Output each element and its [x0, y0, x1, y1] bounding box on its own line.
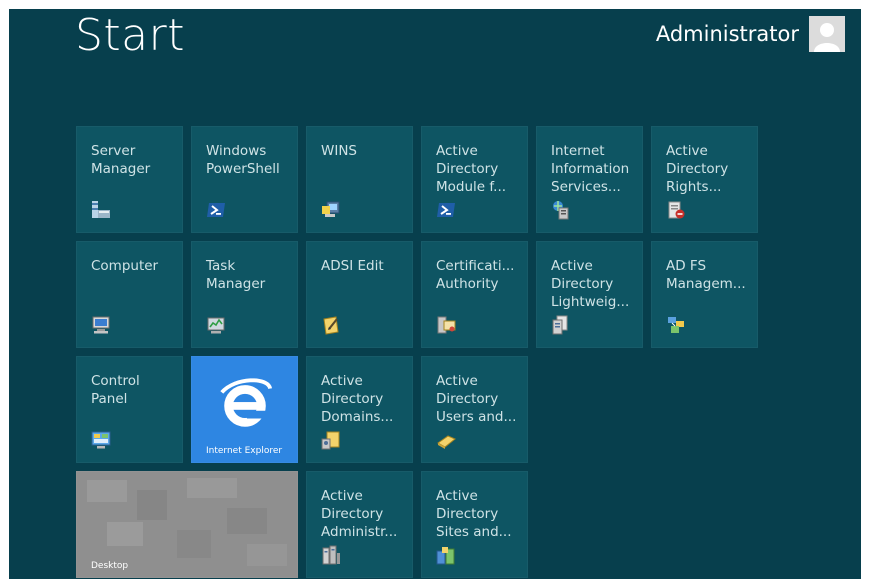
tile-label: AD FS Managem...: [666, 258, 746, 292]
tile-server-manager[interactable]: Server Manager: [76, 126, 183, 233]
tile-computer[interactable]: Computer: [76, 241, 183, 348]
lightweight-directory-icon: [552, 315, 568, 335]
tile-label: Certificati... Authority: [436, 258, 515, 292]
tile-label: Active Directory Lightweig...: [551, 258, 630, 310]
server-manager-icon: [92, 201, 110, 218]
tile-certification-authority[interactable]: Certificati... Authority: [421, 241, 528, 348]
tile-label: Internet Information Services...: [551, 143, 630, 195]
tile-label: Active Directory Rights...: [666, 143, 729, 195]
powershell-icon: [207, 203, 225, 217]
tile-control-panel[interactable]: Control Panel: [76, 356, 183, 463]
tile-label: Control Panel: [91, 373, 140, 407]
tile-adsi-edit[interactable]: ADSI Edit: [306, 241, 413, 348]
admin-center-icon: [322, 545, 340, 565]
tile-ad-sites[interactable]: Active Directory Sites and...: [421, 471, 528, 578]
tile-windows-powershell[interactable]: Windows PowerShell: [191, 126, 298, 233]
user-account[interactable]: Administrator: [656, 16, 845, 52]
tile-ad-admin-center[interactable]: Active Directory Administr...: [306, 471, 413, 578]
tile-label: Task Manager: [206, 258, 266, 292]
user-avatar-icon: [809, 16, 845, 52]
page-title: Start: [75, 10, 185, 61]
tile-ad-domains[interactable]: Active Directory Domains...: [306, 356, 413, 463]
adsi-edit-icon: [323, 316, 339, 335]
wins-icon: [322, 201, 340, 217]
tile-ad-lightweight[interactable]: Active Directory Lightweig...: [536, 241, 643, 348]
tile-label: ADSI Edit: [321, 258, 384, 274]
start-screen: Start Administrator Server Manager Windo…: [9, 9, 861, 579]
domains-trusts-icon: [321, 431, 340, 450]
tile-label: Server Manager: [91, 143, 151, 177]
tile-label: Active Directory Administr...: [321, 488, 398, 540]
adfs-icon: [668, 317, 684, 333]
tile-ad-users[interactable]: Active Directory Users and...: [421, 356, 528, 463]
tile-label: Active Directory Users and...: [436, 373, 517, 425]
tile-internet-explorer[interactable]: Internet Explorer: [191, 356, 298, 463]
tile-task-manager[interactable]: Task Manager: [191, 241, 298, 348]
tile-label: Active Directory Module f...: [436, 143, 507, 195]
control-panel-icon: [91, 431, 111, 449]
task-manager-icon: [207, 317, 225, 334]
internet-explorer-icon: [220, 378, 273, 427]
powershell-icon: [437, 203, 455, 217]
rights-management-icon: [668, 201, 685, 219]
tile-ad-rights[interactable]: Active Directory Rights...: [651, 126, 758, 233]
iis-icon: [553, 201, 569, 220]
tile-label: Computer: [91, 258, 159, 274]
tile-label: Desktop: [91, 561, 129, 571]
users-computers-icon: [437, 435, 456, 449]
tile-ad-module[interactable]: Active Directory Module f...: [421, 126, 528, 233]
certificate-authority-icon: [437, 316, 456, 334]
sites-services-icon: [436, 547, 455, 565]
computer-icon: [92, 316, 110, 334]
tile-label: Active Directory Domains...: [321, 373, 394, 425]
user-name: Administrator: [655, 22, 799, 46]
tile-label: Internet Explorer: [206, 446, 283, 456]
tile-iis[interactable]: Internet Information Services...: [536, 126, 643, 233]
tile-adfs-management[interactable]: AD FS Managem...: [651, 241, 758, 348]
tile-wins[interactable]: WINS: [306, 126, 413, 233]
tile-label: Windows PowerShell: [206, 143, 280, 177]
tile-label: WINS: [321, 143, 357, 159]
tile-desktop[interactable]: Desktop: [76, 471, 298, 578]
tile-label: Active Directory Sites and...: [436, 488, 512, 540]
